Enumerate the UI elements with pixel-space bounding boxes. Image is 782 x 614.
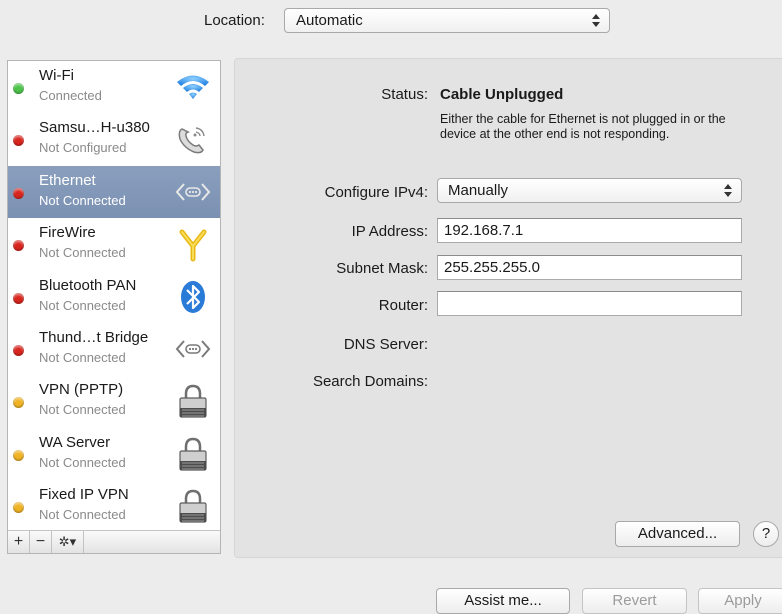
service-item-vpn-pptp[interactable]: VPN (PPTP) Not Connected [8, 375, 220, 427]
remove-service-button[interactable]: − [30, 531, 52, 553]
advanced-button[interactable]: Advanced... [615, 521, 740, 547]
service-status: Not Connected [39, 454, 126, 470]
service-name: VPN (PPTP) [39, 381, 124, 399]
status-dot-icon [13, 502, 24, 514]
detail-panel: Status: Cable Unplugged Either the cable… [234, 58, 782, 558]
status-dot-icon [13, 449, 24, 461]
service-item-fixed-ip-vpn[interactable]: Fixed IP VPN Not Connected [8, 480, 220, 530]
configure-ipv4-select[interactable]: Manually [437, 178, 742, 203]
service-status: Not Connected [39, 349, 126, 365]
service-name: Samsu…H-u380 [39, 119, 150, 137]
status-value: Cable Unplugged [440, 86, 564, 103]
service-status: Not Connected [39, 402, 126, 418]
status-dot-icon [13, 240, 24, 252]
updown-arrows-icon [723, 182, 733, 199]
service-item-thunderbolt-bridge[interactable]: Thund…t Bridge Not Connected [8, 323, 220, 375]
add-service-button[interactable]: + [8, 531, 30, 553]
status-dot-icon [13, 135, 24, 147]
lock-icon [174, 383, 212, 419]
service-list[interactable]: Wi-Fi Connected Samsu…H-u380 Not Configu… [7, 60, 221, 531]
router-field[interactable] [437, 291, 742, 316]
apply-button[interactable]: Apply [698, 588, 782, 614]
status-label: Status: [381, 86, 428, 103]
service-name: Wi-Fi [39, 67, 74, 84]
service-item-wifi[interactable]: Wi-Fi Connected [8, 61, 220, 113]
status-dot-icon [13, 292, 24, 304]
revert-button[interactable]: Revert [582, 588, 687, 614]
lock-icon [174, 488, 212, 524]
ip-address-field[interactable]: 192.168.7.1 [437, 218, 742, 243]
location-value: Automatic [296, 12, 363, 29]
service-name: Fixed IP VPN [39, 486, 129, 504]
location-row: Location: Automatic [0, 8, 782, 34]
service-status: Not Connected [39, 507, 126, 523]
service-status: Not Connected [39, 192, 126, 208]
subnet-mask-field[interactable]: 255.255.255.0 [437, 255, 742, 280]
location-select[interactable]: Automatic [284, 8, 610, 33]
wifi-icon [174, 69, 212, 105]
location-label: Location: [204, 12, 265, 29]
service-list-toolbar: + − ✲▾ [7, 530, 221, 554]
service-item-samsung[interactable]: Samsu…H-u380 Not Configured [8, 113, 220, 165]
dns-server-label: DNS Server: [343, 336, 428, 353]
service-item-ethernet[interactable]: Ethernet Not Connected [8, 165, 220, 219]
configure-ipv4-value: Manually [448, 182, 509, 199]
lock-icon [174, 436, 212, 472]
service-name: Ethernet [39, 171, 96, 189]
configure-ipv4-label: Configure IPv4: [324, 184, 428, 201]
service-item-wa-server[interactable]: WA Server Not Connected [8, 428, 220, 480]
ethernet-icon [174, 174, 212, 210]
status-description: Either the cable for Ethernet is not plu… [440, 112, 726, 141]
updown-arrows-icon [591, 12, 601, 29]
help-button[interactable]: ? [753, 521, 779, 547]
service-status: Not Connected [39, 245, 126, 261]
status-dot-icon [13, 344, 24, 356]
status-dot-icon [13, 397, 24, 409]
bridge-icon [174, 331, 212, 367]
gear-icon[interactable]: ✲▾ [52, 531, 84, 553]
service-name: Thund…t Bridge [39, 328, 149, 346]
firewire-icon [174, 226, 212, 262]
status-dot-icon [13, 83, 24, 94]
status-dot-icon [13, 187, 24, 199]
service-status: Not Connected [39, 297, 126, 313]
service-name: Bluetooth PAN [39, 276, 137, 294]
subnet-mask-label: Subnet Mask: [336, 260, 428, 277]
service-name: FireWire [39, 224, 96, 242]
router-label: Router: [378, 297, 428, 314]
ip-address-label: IP Address: [351, 223, 428, 240]
service-item-bluetooth[interactable]: Bluetooth PAN Not Connected [8, 271, 220, 323]
service-status: Not Configured [39, 140, 127, 156]
service-name: WA Server [39, 433, 111, 451]
phone-icon [174, 121, 212, 157]
service-status: Connected [39, 88, 102, 103]
search-domains-label: Search Domains: [312, 373, 428, 390]
service-item-firewire[interactable]: FireWire Not Connected [8, 218, 220, 270]
assist-me-button[interactable]: Assist me... [436, 588, 570, 614]
bluetooth-icon [174, 279, 212, 315]
